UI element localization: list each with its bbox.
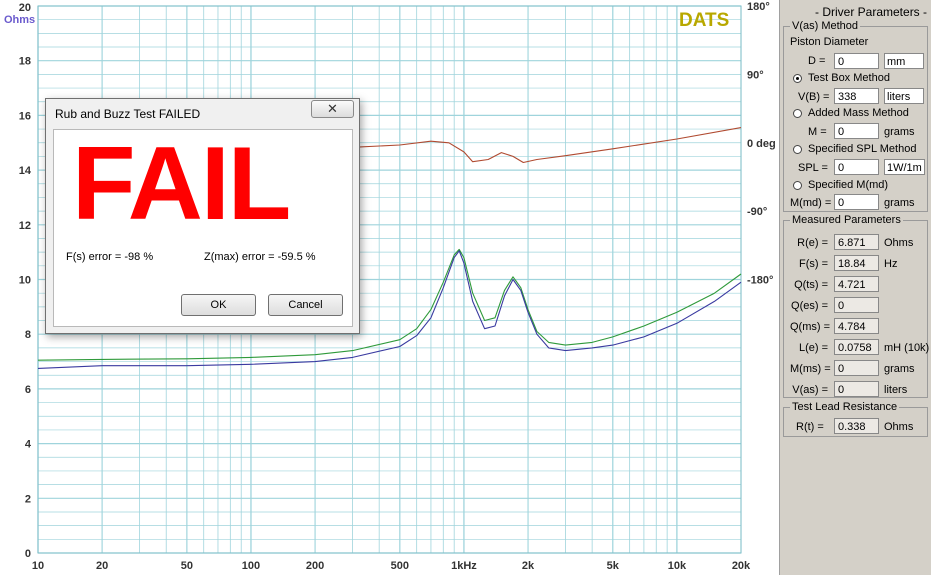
measured-value[interactable]: 18.84 [834,255,879,271]
phase-tick-label: 0 deg [747,138,776,150]
x-tick-label: 5k [607,560,620,572]
spl-method-radio[interactable] [793,145,802,154]
mmd-label: M(md) = [790,197,832,209]
measured-value[interactable]: 6.871 [834,234,879,250]
d-label: D = [808,55,826,67]
measured-label: Q(ms) = [790,321,831,333]
measured-label: L(e) = [798,342,828,354]
measured-label: Q(ts) = [794,279,828,291]
driver-parameters-panel: - Driver Parameters - V(as) Method Pisto… [779,0,931,575]
rt-unit: Ohms [884,421,914,433]
mmd-method-label[interactable]: Specified M(md) [808,179,888,191]
test-lead-resistance-title: Test Lead Resistance [790,401,900,413]
y-tick-label: 8 [25,329,31,341]
measured-unit: Ohms [884,237,914,249]
piston-diameter-label: Piston Diameter [790,36,869,48]
d-input[interactable]: 0 [834,53,879,69]
phase-tick-label: -90° [747,206,767,218]
y-tick-label: 20 [19,2,31,14]
measured-parameters-group: Measured Parameters R(e) = 6.871 Ohms F(s) … [783,214,930,398]
phase-tick-label: -180° [747,275,773,287]
added-mass-radio[interactable] [793,109,802,118]
y-tick-label: 2 [25,493,31,505]
x-tick-label: 1kHz [451,560,477,572]
vb-input[interactable]: 338 [834,88,879,104]
rt-input[interactable]: 0.338 [834,418,879,434]
vas-method-title: V(as) Method [790,20,861,32]
mmd-input[interactable]: 0 [834,194,879,210]
close-icon: ✕ [327,101,338,116]
measured-parameters-title: Measured Parameters [790,214,903,226]
x-tick-label: 50 [181,560,193,572]
y-tick-label: 4 [25,439,32,451]
measured-value[interactable]: 0 [834,360,879,376]
spl-label: SPL = [798,162,828,174]
measured-label: M(ms) = [790,363,831,375]
x-tick-label: 500 [391,560,409,572]
test-box-label[interactable]: Test Box Method [808,72,890,84]
measured-unit: grams [884,363,915,375]
y-tick-label: 0 [25,548,31,560]
measured-value[interactable]: 0.0758 [834,339,879,355]
ok-button[interactable]: OK [181,294,256,316]
measured-unit: liters [884,384,908,396]
m-label: M = [808,126,827,138]
measured-value[interactable]: 4.784 [834,318,879,334]
x-tick-label: 20k [732,560,751,572]
phase-tick-label: 90° [747,69,764,81]
test-box-radio[interactable] [793,74,802,83]
vas-method-group: V(as) Method Piston Diameter D = 0 mm Te… [783,20,928,212]
dats-logo: DATS [679,10,729,31]
x-tick-label: 200 [306,560,324,572]
y-tick-label: 10 [19,275,31,287]
measured-label: V(as) = [792,384,828,396]
y-tick-label: 6 [25,384,31,396]
m-input[interactable]: 0 [834,123,879,139]
y-tick-label: 14 [19,165,32,177]
zmax-error-text: Z(max) error = -59.5 % [204,251,316,263]
mmd-radio[interactable] [793,181,802,190]
x-tick-label: 10k [668,560,687,572]
measured-label: R(e) = [797,237,828,249]
m-unit: grams [884,126,915,138]
mmd-unit: grams [884,197,915,209]
vb-label: V(B) = [798,91,830,103]
vb-unit: liters [884,88,924,104]
y-tick-label: 16 [19,110,31,122]
test-lead-resistance-group: Test Lead Resistance R(t) = 0.338 Ohms [783,401,928,437]
measured-label: F(s) = [798,258,828,270]
dialog-title: Rub and Buzz Test FAILED [55,107,201,121]
fail-text: FAIL [72,126,291,242]
close-button[interactable]: ✕ [311,100,354,118]
measured-label: Q(es) = [791,300,828,312]
spl-unit: 1W/1m [884,159,925,175]
y-tick-label: 12 [19,220,31,232]
rub-buzz-dialog: Rub and Buzz Test FAILED ✕ FAIL F(s) err… [45,98,360,334]
ohms-axis-label: Ohms [4,14,35,26]
spl-method-label[interactable]: Specified SPL Method [808,143,916,155]
cancel-button[interactable]: Cancel [268,294,343,316]
phase-tick-label: 180° [747,1,770,13]
x-tick-label: 100 [242,560,260,572]
spl-input[interactable]: 0 [834,159,879,175]
y-tick-label: 18 [19,56,31,68]
rt-label: R(t) = [796,421,824,433]
fs-error-text: F(s) error = -98 % [66,251,154,263]
measured-unit: mH (10k) [884,342,930,354]
measured-value[interactable]: 4.721 [834,276,879,292]
x-tick-label: 2k [522,560,535,572]
panel-header: - Driver Parameters - [815,5,928,19]
x-tick-label: 10 [32,560,44,572]
x-tick-label: 20 [96,560,108,572]
d-unit: mm [884,53,924,69]
measured-value[interactable]: 0 [834,381,879,397]
added-mass-label[interactable]: Added Mass Method [808,107,909,119]
measured-unit: Hz [884,258,898,270]
measured-value[interactable]: 0 [834,297,879,313]
